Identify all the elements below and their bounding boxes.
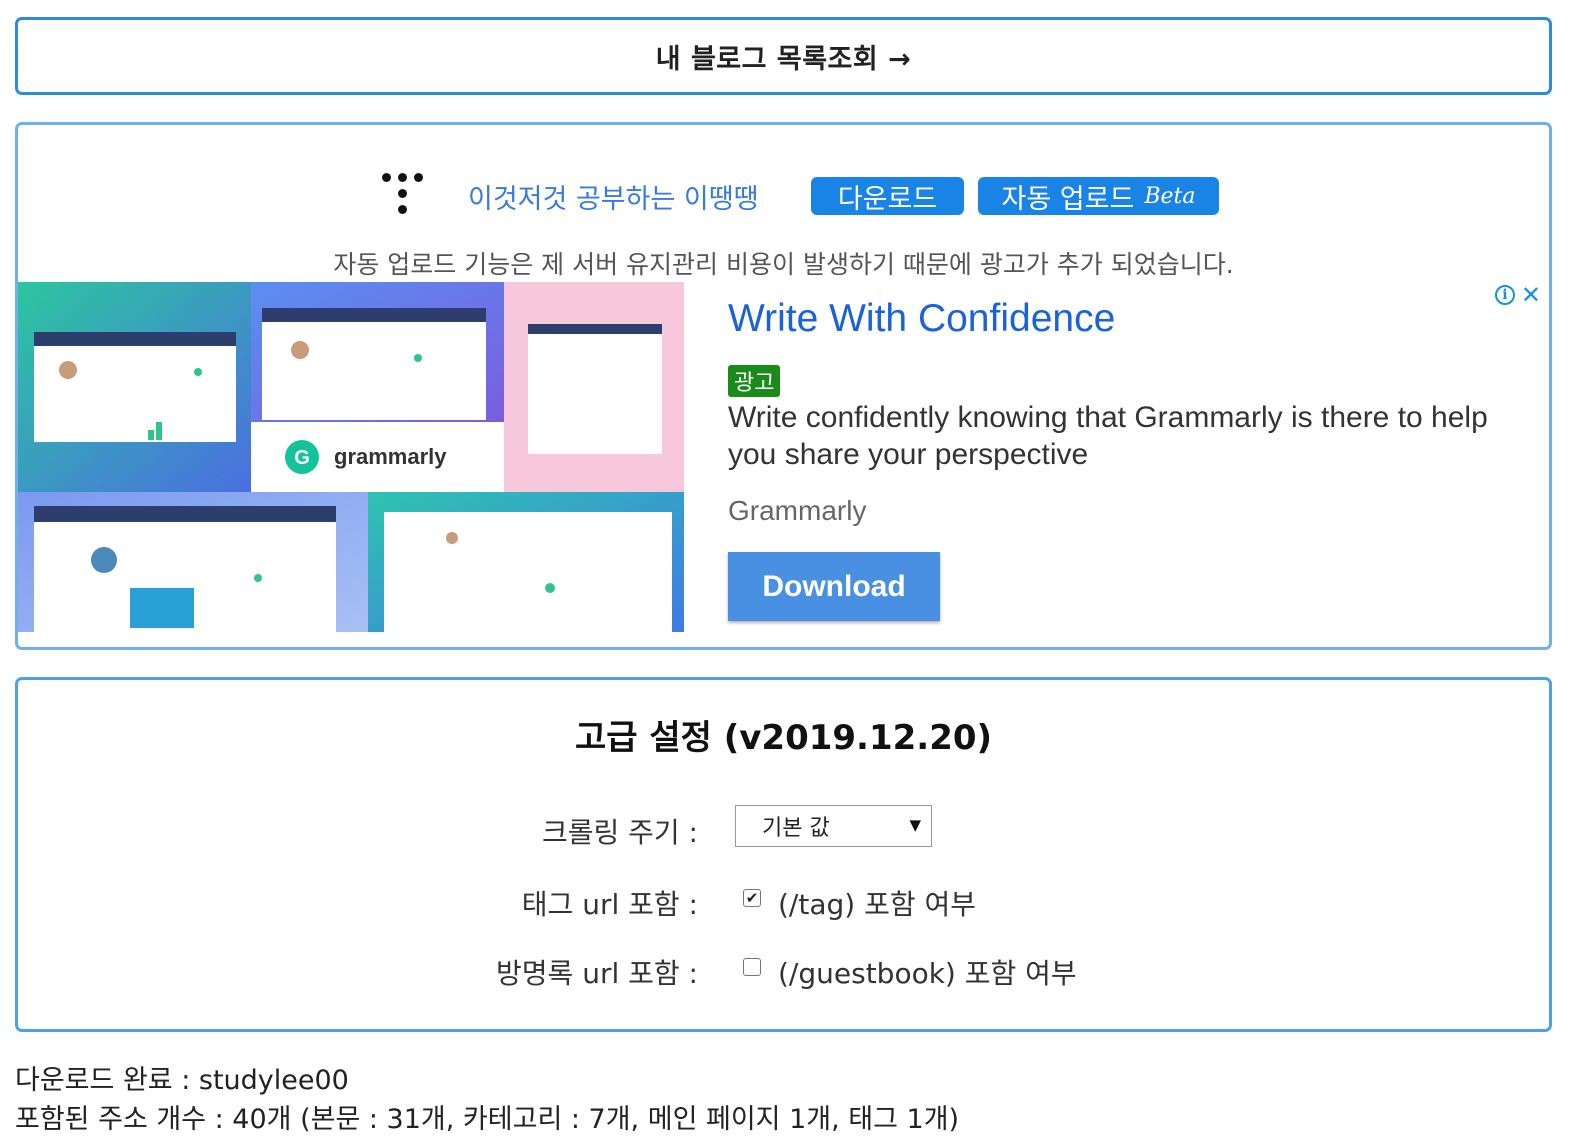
svg-text:G: G [294, 447, 310, 469]
ad-download-label: Download [762, 569, 906, 603]
tag-url-desc: (/tag) 포함 여부 [778, 888, 977, 921]
download-button[interactable]: 다운로드 [811, 177, 964, 215]
ad-download-button[interactable]: Download [728, 552, 940, 621]
guestbook-url-checkbox[interactable] [743, 958, 761, 976]
grammarly-logo-text: grammarly [334, 444, 447, 469]
settings-title: 고급 설정 (v2019.12.20) [574, 718, 993, 758]
download-button-label: 다운로드 [837, 183, 938, 215]
info-icon[interactable]: i [1494, 285, 1515, 305]
advanced-settings-panel: 고급 설정 (v2019.12.20) 크롤링 주기 : 기본 값 ▼ 태그 u… [15, 677, 1552, 1032]
tag-url-label: 태그 url 포함 : [521, 888, 698, 921]
guestbook-url-row: 방명록 url 포함 : (/guestbook) 포함 여부 [18, 946, 1549, 990]
ad-panel: 이것저것 공부하는 이땡땡 다운로드 자동 업로드 Beta 자동 업로드 기능… [15, 122, 1552, 650]
auto-upload-label: 자동 업로드 [1001, 183, 1135, 215]
download-status: 다운로드 완료 : studylee00 [15, 1065, 349, 1096]
ad-image[interactable]: G grammarly [18, 282, 684, 632]
ad-badge: 광고 [728, 365, 781, 397]
ad-notice: 자동 업로드 기능은 제 서버 유지관리 비용이 발생하기 때문에 광고가 추가… [333, 250, 1234, 279]
caret-down-icon: ▼ [909, 816, 921, 834]
ad-text-block: Write With Confidence 광고 Write confident… [728, 297, 1488, 527]
guestbook-url-label: 방명록 url 포함 : [496, 957, 698, 990]
ad-body: Write confidently knowing that Grammarly… [728, 401, 1488, 471]
blog-list-button-label: 내 블로그 목록조회 → [655, 43, 912, 75]
guestbook-url-desc: (/guestbook) 포함 여부 [778, 957, 1077, 990]
tistory-logo-icon [378, 171, 426, 221]
adchoices: i ✕ [1494, 283, 1541, 307]
blog-header: 이것저것 공부하는 이땡땡 다운로드 자동 업로드 Beta [18, 171, 1549, 221]
blog-list-button[interactable]: 내 블로그 목록조회 → [15, 17, 1552, 95]
url-count-status: 포함된 주소 개수 : 40개 (본문 : 31개, 카테고리 : 7개, 메인… [15, 1104, 960, 1135]
tag-url-row: 태그 url 포함 : ✔ (/tag) 포함 여부 [18, 877, 1549, 921]
crawl-interval-label: 크롤링 주기 : [541, 816, 698, 849]
ad-headline[interactable]: Write With Confidence [728, 297, 1488, 341]
grammarly-collage-image: G grammarly [18, 282, 684, 632]
crawl-interval-row: 크롤링 주기 : 기본 값 ▼ [18, 805, 1549, 849]
tag-url-checkbox[interactable]: ✔ [743, 889, 761, 907]
ad-brand: Grammarly [728, 495, 867, 526]
crawl-interval-value: 기본 값 [762, 816, 830, 841]
blog-title[interactable]: 이것저것 공부하는 이땡땡 [468, 177, 758, 216]
beta-label: Beta [1144, 183, 1196, 209]
auto-upload-button[interactable]: 자동 업로드 Beta [978, 177, 1219, 215]
close-icon[interactable]: ✕ [1521, 283, 1541, 307]
crawl-interval-select[interactable]: 기본 값 ▼ [735, 805, 932, 847]
